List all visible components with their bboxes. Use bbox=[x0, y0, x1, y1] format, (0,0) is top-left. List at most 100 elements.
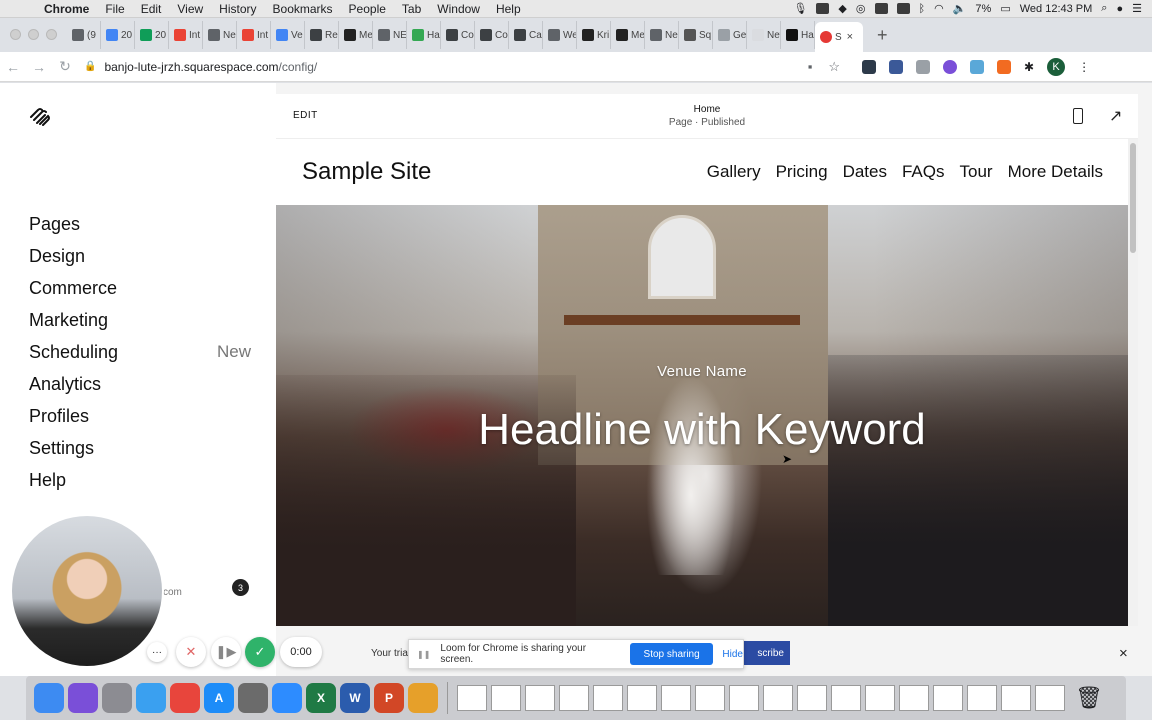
status-app-icon[interactable] bbox=[896, 3, 910, 14]
editor-scrollbar[interactable] bbox=[1128, 139, 1138, 676]
webcam-bubble[interactable] bbox=[10, 514, 164, 668]
user-account-icon[interactable]: ● bbox=[1116, 3, 1123, 15]
address-bar[interactable]: 🔒 banjo-lute-jrzh.squarespace.com /confi… bbox=[78, 54, 848, 79]
dock-minimized-window[interactable] bbox=[491, 685, 521, 711]
sidebar-item-marketing[interactable]: Marketing bbox=[29, 304, 251, 336]
close-window-button[interactable] bbox=[10, 29, 21, 40]
drag-handle-icon[interactable]: ❚❚ bbox=[417, 650, 430, 659]
profile-avatar[interactable]: K bbox=[1047, 57, 1066, 76]
menu-file[interactable]: File bbox=[97, 2, 132, 16]
close-trial-banner-icon[interactable]: × bbox=[1119, 645, 1128, 662]
sidebar-item-design[interactable]: Design bbox=[29, 240, 251, 272]
dock-minimized-window[interactable] bbox=[661, 685, 691, 711]
minimize-window-button[interactable] bbox=[28, 29, 39, 40]
open-external-icon[interactable]: ↗ bbox=[1109, 106, 1122, 126]
sidebar-item-analytics[interactable]: Analytics bbox=[29, 368, 251, 400]
notification-center-icon[interactable]: ☰ bbox=[1132, 2, 1142, 15]
facebook-extension-icon[interactable] bbox=[889, 59, 903, 74]
dock-minimized-window[interactable] bbox=[525, 685, 555, 711]
browser-tab[interactable]: NE bbox=[373, 21, 407, 49]
stop-sharing-button[interactable]: Stop sharing bbox=[629, 643, 714, 665]
browser-tab[interactable]: (9 bbox=[67, 21, 101, 49]
dock-minimized-window[interactable] bbox=[763, 685, 793, 711]
site-title[interactable]: Sample Site bbox=[302, 158, 431, 186]
page-title[interactable]: Home bbox=[276, 104, 1138, 115]
menubar-clock[interactable]: Wed 12:43 PM bbox=[1020, 3, 1093, 15]
numbers-icon[interactable] bbox=[408, 683, 438, 713]
site-nav-dates[interactable]: Dates bbox=[843, 162, 887, 182]
dock-minimized-window[interactable] bbox=[899, 685, 929, 711]
back-arrow-icon[interactable]: ← bbox=[0, 59, 26, 75]
browser-tab[interactable]: Co bbox=[441, 21, 475, 49]
volume-icon[interactable]: 🔈 bbox=[953, 2, 967, 15]
app-store-icon[interactable]: A bbox=[204, 683, 234, 713]
browser-tab[interactable]: Int bbox=[237, 21, 271, 49]
site-nav-pricing[interactable]: Pricing bbox=[776, 162, 828, 182]
browser-tab[interactable]: New Ta bbox=[747, 21, 781, 49]
powerpoint-icon[interactable]: P bbox=[374, 683, 404, 713]
new-tab-button[interactable]: + bbox=[877, 25, 888, 46]
site-nav-more-details[interactable]: More Details bbox=[1008, 162, 1103, 182]
sidebar-item-settings[interactable]: Settings bbox=[29, 432, 251, 464]
dock-minimized-window[interactable] bbox=[831, 685, 861, 711]
site-nav-faqs[interactable]: FAQs bbox=[902, 162, 945, 182]
screen-record-icon[interactable] bbox=[816, 3, 830, 14]
browser-tab[interactable]: 20 bbox=[135, 21, 169, 49]
menu-chrome[interactable]: Chrome bbox=[36, 2, 97, 16]
chrome-menu-icon[interactable]: ⋮ bbox=[1078, 60, 1090, 74]
extension-dots-icon[interactable] bbox=[862, 59, 876, 74]
menu-people[interactable]: People bbox=[341, 2, 394, 16]
hero-subtitle[interactable]: Venue Name bbox=[276, 363, 1128, 380]
extensions-puzzle-icon[interactable]: ✱ bbox=[1024, 60, 1034, 74]
u-extension-icon[interactable] bbox=[997, 59, 1011, 74]
browser-tab[interactable]: Ne bbox=[645, 21, 679, 49]
site-nav-gallery[interactable]: Gallery bbox=[707, 162, 761, 182]
dropbox-icon[interactable]: ◆ bbox=[838, 2, 846, 15]
forward-arrow-icon[interactable]: → bbox=[26, 59, 52, 75]
safari-icon[interactable] bbox=[136, 683, 166, 713]
sidebar-item-pages[interactable]: Pages bbox=[29, 208, 251, 240]
loom-more-options-icon[interactable]: ··· bbox=[147, 642, 167, 662]
shield-status-icon[interactable] bbox=[874, 3, 888, 14]
browser-tab[interactable]: Ve bbox=[271, 21, 305, 49]
zoom-icon[interactable] bbox=[272, 683, 302, 713]
tab-active[interactable]: S × bbox=[815, 22, 863, 52]
sidebar-item-commerce[interactable]: Commerce bbox=[29, 272, 251, 304]
dock-minimized-window[interactable] bbox=[457, 685, 487, 711]
dock-minimized-window[interactable] bbox=[695, 685, 725, 711]
camera-in-use-icon[interactable]: ▪ bbox=[808, 59, 813, 75]
bookmark-star-icon[interactable]: ☆ bbox=[828, 59, 840, 75]
code-extension-icon[interactable] bbox=[916, 59, 930, 74]
reload-icon[interactable]: ↻ bbox=[52, 58, 78, 75]
browser-tab[interactable]: Sq bbox=[679, 21, 713, 49]
menu-window[interactable]: Window bbox=[429, 2, 488, 16]
menu-history[interactable]: History bbox=[211, 2, 264, 16]
menu-view[interactable]: View bbox=[169, 2, 211, 16]
spotlight-search-icon[interactable]: ⌕ bbox=[1101, 2, 1107, 15]
dock-minimized-window[interactable] bbox=[627, 685, 657, 711]
browser-tab[interactable]: Me bbox=[339, 21, 373, 49]
word-icon[interactable]: W bbox=[340, 683, 370, 713]
site-nav-tour[interactable]: Tour bbox=[960, 162, 993, 182]
loom-pause-icon[interactable]: ❚▶ bbox=[211, 637, 241, 667]
hero-section[interactable]: Venue Name Headline with Keyword ➤ bbox=[276, 205, 1128, 626]
browser-tab[interactable]: Ge bbox=[713, 21, 747, 49]
loom-cancel-icon[interactable]: ✕ bbox=[176, 637, 206, 667]
creative-cloud-icon[interactable]: ◎ bbox=[856, 2, 866, 15]
dock-minimized-window[interactable] bbox=[593, 685, 623, 711]
dock-minimized-window[interactable] bbox=[1035, 685, 1065, 711]
browser-tab[interactable]: Ha bbox=[407, 21, 441, 49]
mobile-preview-icon[interactable] bbox=[1073, 108, 1083, 124]
fullscreen-window-button[interactable] bbox=[46, 29, 57, 40]
menu-bookmarks[interactable]: Bookmarks bbox=[265, 2, 341, 16]
loom-finish-icon[interactable]: ✓ bbox=[245, 637, 275, 667]
browser-tab[interactable]: We bbox=[543, 21, 577, 49]
dock-minimized-window[interactable] bbox=[797, 685, 827, 711]
browser-tab[interactable]: Ca bbox=[509, 21, 543, 49]
launchpad-icon[interactable] bbox=[102, 683, 132, 713]
dock-minimized-window[interactable] bbox=[1001, 685, 1031, 711]
excel-icon[interactable]: X bbox=[306, 683, 336, 713]
menu-help[interactable]: Help bbox=[488, 2, 529, 16]
wifi-icon[interactable]: ◠ bbox=[934, 2, 944, 15]
close-tab-icon[interactable]: × bbox=[847, 31, 853, 43]
